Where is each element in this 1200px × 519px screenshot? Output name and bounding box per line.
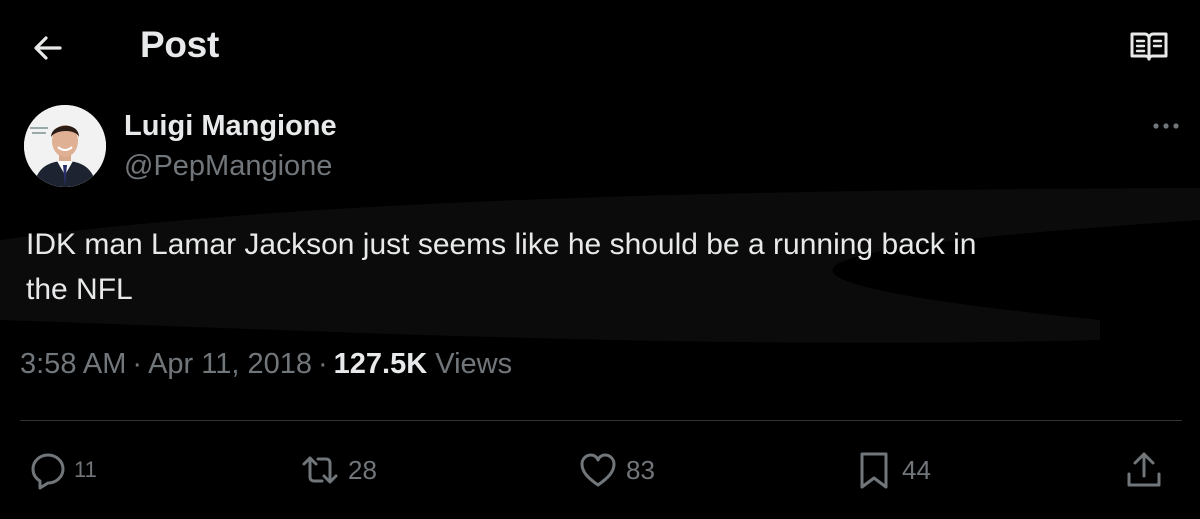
profile-photo	[24, 105, 106, 187]
page-title: Post	[140, 24, 219, 65]
share-button[interactable]	[1124, 448, 1164, 492]
reply-icon	[31, 453, 65, 490]
reader-mode-button[interactable]	[1128, 26, 1170, 66]
tweet-text: IDK man Lamar Jackson just seems like he…	[26, 228, 977, 306]
repost-button[interactable]: 28	[300, 448, 377, 492]
reply-button[interactable]: 11	[28, 448, 97, 492]
more-options-button[interactable]	[1148, 114, 1184, 138]
repost-count: 28	[348, 454, 377, 485]
author-display-name[interactable]: Luigi Mangione	[124, 110, 337, 143]
bookmark-icon	[860, 452, 888, 489]
heart-icon	[580, 453, 616, 487]
share-icon	[1127, 452, 1161, 487]
repost-icon	[302, 456, 338, 484]
post-page: Post Luigi Mangione @PepMangione IDK man…	[0, 0, 1200, 519]
back-button[interactable]	[28, 28, 68, 68]
author-handle[interactable]: @PepMangione	[124, 150, 332, 183]
like-button[interactable]: 83	[578, 448, 655, 492]
meta-separator: ·	[318, 348, 328, 380]
more-dots-icon	[1153, 123, 1179, 129]
views-count: 127.5K	[333, 348, 428, 380]
meta-separator: ·	[132, 348, 143, 380]
bookmark-button[interactable]: 44	[854, 448, 931, 492]
open-book-icon	[1130, 32, 1168, 61]
reply-count: 11	[74, 457, 97, 482]
avatar[interactable]	[24, 105, 106, 187]
post-time[interactable]: 3:58 AM	[20, 348, 126, 380]
post-date[interactable]: Apr 11, 2018	[148, 348, 312, 380]
like-count: 83	[626, 454, 655, 485]
post-meta: 3:58 AM · Apr 11, 2018 · 127.5K Views	[20, 348, 512, 381]
views-label: Views	[435, 348, 513, 380]
divider	[20, 420, 1182, 421]
arrow-left-icon	[34, 36, 62, 60]
bookmark-count: 44	[902, 454, 931, 485]
